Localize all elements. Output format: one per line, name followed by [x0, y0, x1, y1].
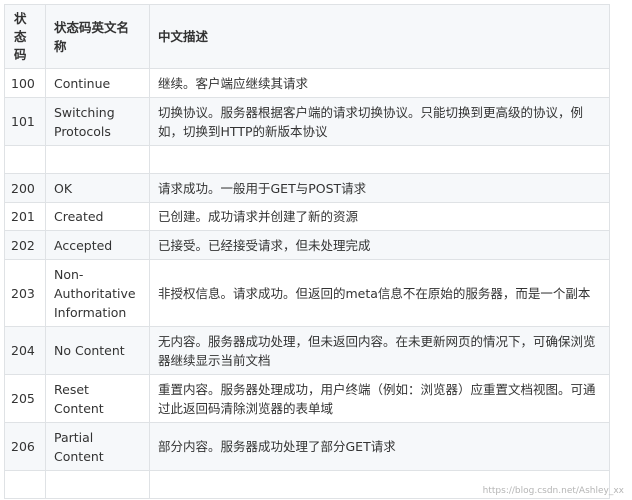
table-row: 200 OK 请求成功。一般用于GET与POST请求 — [4, 173, 610, 203]
http-status-table: 状态码 状态码英文名称 中文描述 100 Continue 继续。客户端应继续其… — [4, 4, 610, 499]
status-code-cell: 202 — [4, 230, 46, 260]
table-row: 100 Continue 继续。客户端应继续其请求 — [4, 68, 610, 98]
status-code-cell: 101 — [4, 97, 46, 146]
status-code-cell: 201 — [4, 202, 46, 231]
status-name-cell: No Content — [45, 326, 150, 375]
table-row: 203 Non-Authoritative Information 非授权信息。… — [4, 259, 610, 327]
status-name-cell: Reset Content — [45, 374, 150, 423]
status-code-cell: 200 — [4, 173, 46, 203]
status-name-cell: Continue — [45, 68, 150, 98]
status-desc-cell: 无内容。服务器成功处理，但未返回内容。在未更新网页的情况下，可确保浏览器继续显示… — [149, 326, 610, 375]
status-code-cell: 203 — [4, 259, 46, 327]
status-name-cell: Accepted — [45, 230, 150, 260]
table-row: 205 Reset Content 重置内容。服务器处理成功，用户终端（例如：浏… — [4, 374, 610, 423]
header-status-code-text: 状态码 — [14, 10, 27, 62]
status-desc-cell: 非授权信息。请求成功。但返回的meta信息不在原始的服务器，而是一个副本 — [149, 259, 610, 327]
table-row-empty — [4, 145, 610, 174]
header-status-code: 状态码 — [4, 4, 46, 69]
status-name-cell: Non-Authoritative Information — [45, 259, 150, 327]
table-row: 201 Created 已创建。成功请求并创建了新的资源 — [4, 202, 610, 231]
status-code-cell — [4, 145, 46, 174]
status-name-cell: OK — [45, 173, 150, 203]
table-row: 204 No Content 无内容。服务器成功处理，但未返回内容。在未更新网页… — [4, 326, 610, 375]
header-english-name: 状态码英文名称 — [45, 4, 150, 69]
status-code-cell: 100 — [4, 68, 46, 98]
status-desc-cell: 已创建。成功请求并创建了新的资源 — [149, 202, 610, 231]
status-name-cell: Partial Content — [45, 422, 150, 471]
csdn-watermark: https://blog.csdn.net/Ashley_xx — [482, 486, 624, 496]
status-code-cell: 206 — [4, 422, 46, 471]
header-chinese-desc: 中文描述 — [149, 4, 610, 69]
table-row: 101 Switching Protocols 切换协议。服务器根据客户端的请求… — [4, 97, 610, 146]
status-code-cell: 205 — [4, 374, 46, 423]
table-row: 206 Partial Content 部分内容。服务器成功处理了部分GET请求 — [4, 422, 610, 471]
status-desc-cell: 已接受。已经接受请求，但未处理完成 — [149, 230, 610, 260]
status-desc-cell: 请求成功。一般用于GET与POST请求 — [149, 173, 610, 203]
status-desc-cell: 继续。客户端应继续其请求 — [149, 68, 610, 98]
status-desc-cell: 部分内容。服务器成功处理了部分GET请求 — [149, 422, 610, 471]
status-code-cell — [4, 470, 46, 499]
status-name-cell: Switching Protocols — [45, 97, 150, 146]
status-name-cell — [45, 145, 150, 174]
table-row: 202 Accepted 已接受。已经接受请求，但未处理完成 — [4, 230, 610, 260]
status-name-cell — [45, 470, 150, 499]
status-code-cell: 204 — [4, 326, 46, 375]
status-desc-cell: 切换协议。服务器根据客户端的请求切换协议。只能切换到更高级的协议，例如，切换到H… — [149, 97, 610, 146]
status-desc-cell — [149, 145, 610, 174]
status-desc-cell: 重置内容。服务器处理成功，用户终端（例如：浏览器）应重置文档视图。可通过此返回码… — [149, 374, 610, 423]
status-name-cell: Created — [45, 202, 150, 231]
table-header-row: 状态码 状态码英文名称 中文描述 — [4, 4, 610, 69]
